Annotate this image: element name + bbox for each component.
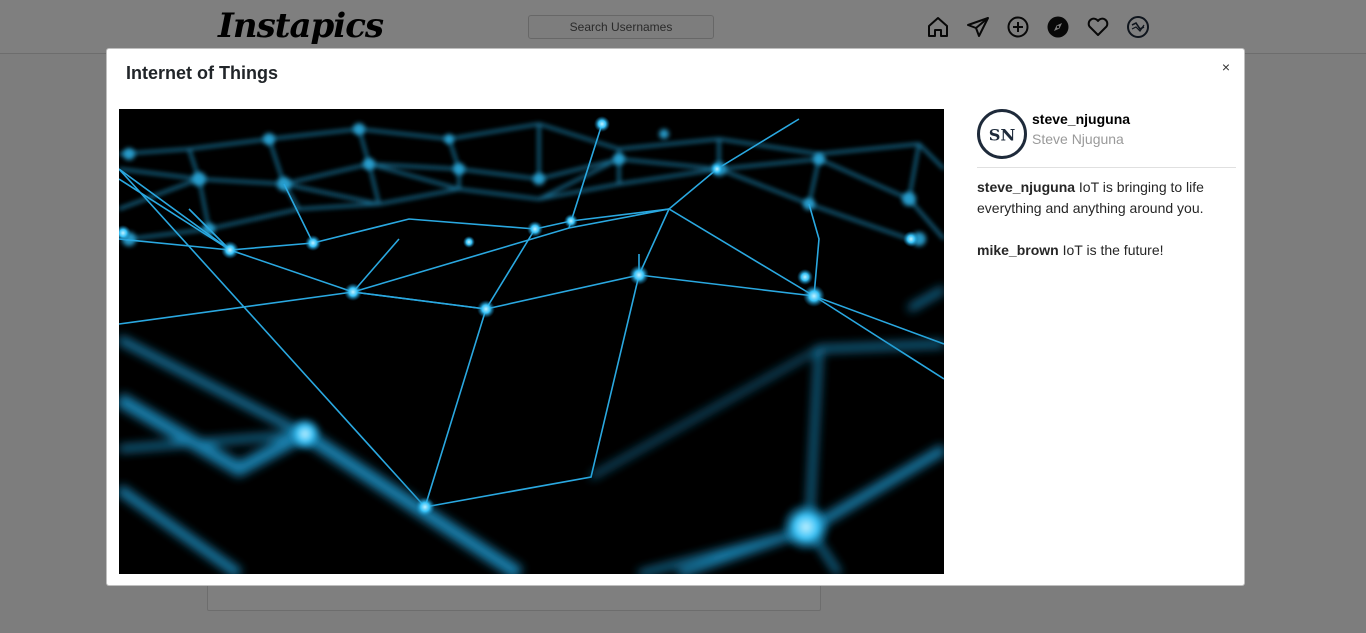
- author-username[interactable]: steve_njuguna: [1032, 109, 1130, 129]
- modal-title: Internet of Things: [126, 63, 278, 83]
- comment-item: steve_njuguna IoT is bringing to life ev…: [977, 177, 1236, 219]
- comment-item: mike_brown IoT is the future!: [977, 240, 1236, 261]
- author-names: steve_njuguna Steve Njuguna: [1032, 109, 1130, 149]
- comments-list: steve_njuguna IoT is bringing to life ev…: [977, 177, 1236, 261]
- comment-username[interactable]: steve_njuguna: [977, 179, 1075, 195]
- close-button[interactable]: ×: [1218, 59, 1234, 75]
- comment-text: IoT is the future!: [1062, 242, 1164, 258]
- sn-logo-icon: SN: [989, 125, 1016, 144]
- iot-network-illustration: [119, 109, 944, 574]
- author-header: SN steve_njuguna Steve Njuguna: [977, 106, 1236, 168]
- post-image: [119, 109, 944, 574]
- avatar-initials: SN: [989, 125, 1016, 144]
- author-full-name: Steve Njuguna: [1032, 130, 1124, 147]
- post-modal: Internet of Things × SN steve_njuguna St…: [106, 48, 1245, 586]
- post-sidebar: SN steve_njuguna Steve Njuguna steve_nju…: [977, 106, 1236, 282]
- author-avatar[interactable]: SN: [977, 108, 1027, 159]
- comment-username[interactable]: mike_brown: [977, 242, 1059, 258]
